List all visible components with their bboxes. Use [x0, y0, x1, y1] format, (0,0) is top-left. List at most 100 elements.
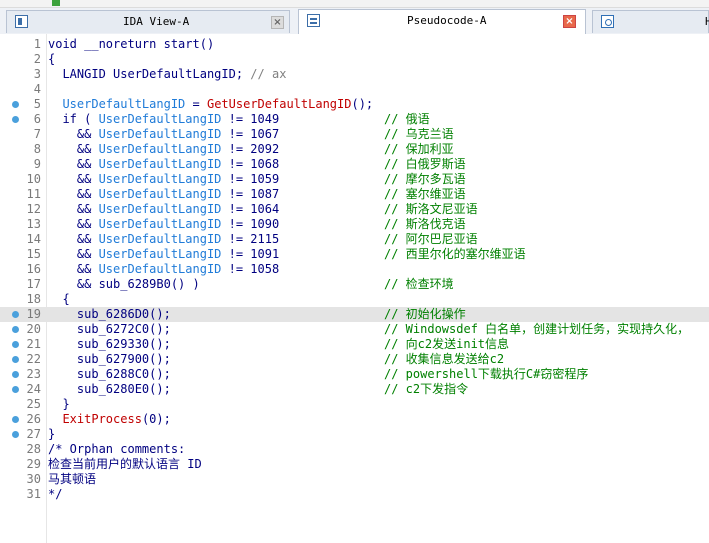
code-text: && sub_6289B0() ): [48, 277, 200, 291]
code-line[interactable]: 23 sub_6288C0(); // powershell下载执行C#窃密程序: [0, 367, 709, 382]
line-number: 23: [26, 367, 41, 381]
line-number: 13: [26, 217, 41, 231]
code-line[interactable]: 28 /* Orphan comments:: [0, 442, 709, 457]
line-number: 31: [26, 487, 41, 501]
code-line[interactable]: 6 if ( UserDefaultLangID != 1049 // 俄语: [0, 112, 709, 127]
code-line[interactable]: 8 && UserDefaultLangID != 2092 // 保加利亚: [0, 142, 709, 157]
code-text: */: [48, 487, 63, 501]
disassembly-view-icon: [15, 15, 28, 28]
code-line[interactable]: 21 sub_629330(); // 向c2发送init信息: [0, 337, 709, 352]
code-text: && UserDefaultLangID != 1067: [48, 127, 280, 141]
line-number: 1: [33, 37, 41, 51]
code-line[interactable]: 17 && sub_6289B0() ) // 检查环境: [0, 277, 709, 292]
code-comment: // 乌克兰语: [384, 127, 454, 141]
code-text: && UserDefaultLangID != 1091: [48, 247, 280, 261]
code-comment: // 摩尔多瓦语: [384, 172, 466, 186]
code-comment: // c2下发指令: [384, 382, 469, 396]
line-number: 11: [26, 187, 41, 201]
code-comment: // 保加利亚: [384, 142, 454, 156]
code-comment: // 检查环境: [384, 277, 454, 291]
code-text: sub_6288C0();: [48, 367, 171, 381]
code-line[interactable]: 16 && UserDefaultLangID != 1058: [0, 262, 709, 277]
code-comment: // 向c2发送init信息: [384, 337, 510, 351]
code-comment: // 俄语: [384, 112, 430, 126]
code-line[interactable]: 14 && UserDefaultLangID != 2115 // 阿尔巴尼亚语: [0, 232, 709, 247]
code-comment: // 塞尔维亚语: [384, 187, 466, 201]
code-line[interactable]: 12 && UserDefaultLangID != 1064 // 斯洛文尼亚语: [0, 202, 709, 217]
code-text: && UserDefaultLangID != 1087: [48, 187, 280, 201]
line-number: 10: [26, 172, 41, 186]
code-comment: // 西里尔化的塞尔维亚语: [384, 247, 526, 261]
line-number: 20: [26, 322, 41, 336]
code-text: sub_629330();: [48, 337, 171, 351]
code-line[interactable]: 31 */: [0, 487, 709, 502]
code-text: }: [48, 427, 56, 441]
code-line[interactable]: 10 && UserDefaultLangID != 1059 // 摩尔多瓦语: [0, 172, 709, 187]
code-line[interactable]: 5 UserDefaultLangID = GetUserDefaultLang…: [0, 97, 709, 112]
code-text: /* Orphan comments:: [48, 442, 186, 456]
code-text: LANGID UserDefaultLangID; // ax: [48, 67, 287, 81]
close-icon[interactable]: ×: [563, 15, 576, 28]
tab-label: Pseudocode-A: [407, 14, 487, 27]
code-line[interactable]: 19 sub_6286D0(); // 初始化操作: [0, 307, 709, 322]
code-text: && UserDefaultLangID != 2115: [48, 232, 280, 246]
code-text: {: [48, 52, 56, 66]
code-line[interactable]: 25 }: [0, 397, 709, 412]
line-number: 27: [26, 427, 41, 441]
code-line[interactable]: 26 ExitProcess(0);: [0, 412, 709, 427]
code-line[interactable]: 3 LANGID UserDefaultLangID; // ax: [0, 67, 709, 82]
code-line[interactable]: 22 sub_627900(); // 收集信息发送给c2: [0, 352, 709, 367]
code-line[interactable]: 30 马其顿语: [0, 472, 709, 487]
line-number: 7: [33, 127, 41, 141]
code-line[interactable]: 18 {: [0, 292, 709, 307]
line-number: 25: [26, 397, 41, 411]
line-number: 16: [26, 262, 41, 276]
line-number: 26: [26, 412, 41, 426]
code-text: sub_627900();: [48, 352, 171, 366]
code-line[interactable]: 29 检查当前用户的默认语言 ID: [0, 457, 709, 472]
code-line[interactable]: 24 sub_6280E0(); // c2下发指令: [0, 382, 709, 397]
code-text: && UserDefaultLangID != 2092: [48, 142, 280, 156]
code-line[interactable]: 20 sub_6272C0(); // Windowsdef 白名单，创建计划任务…: [0, 322, 709, 337]
code-line[interactable]: 7 && UserDefaultLangID != 1067 // 乌克兰语: [0, 127, 709, 142]
code-line[interactable]: 9 && UserDefaultLangID != 1068 // 白俄罗斯语: [0, 157, 709, 172]
tab-label: H: [705, 15, 709, 28]
line-number: 22: [26, 352, 41, 366]
line-number: 15: [26, 247, 41, 261]
line-number: 30: [26, 472, 41, 486]
tab-hex-view[interactable]: H: [592, 10, 709, 33]
code-line[interactable]: 2{: [0, 52, 709, 67]
code-comment: // powershell下载执行C#窃密程序: [384, 367, 589, 381]
code-text: ExitProcess(0);: [62, 412, 171, 426]
line-number: 3: [33, 67, 41, 81]
code-line[interactable]: 4: [0, 82, 709, 97]
line-number: 9: [33, 157, 41, 171]
pseudocode-editor[interactable]: 1 void __noreturn start() 2{3 LANGID UserD…: [0, 34, 709, 543]
tab-pseudocode[interactable]: Pseudocode-A ×: [298, 9, 586, 34]
code-line[interactable]: 11 && UserDefaultLangID != 1087 // 塞尔维亚语: [0, 187, 709, 202]
line-number: 17: [26, 277, 41, 291]
line-number: 24: [26, 382, 41, 396]
code-line[interactable]: 27}: [0, 427, 709, 442]
line-number: 21: [26, 337, 41, 351]
code-comment: // 白俄罗斯语: [384, 157, 466, 171]
code-text: sub_6280E0();: [48, 382, 171, 396]
line-number: 18: [26, 292, 41, 306]
code-comment: // Windowsdef 白名单，创建计划任务，实现持久化，: [384, 322, 690, 336]
code-text: UserDefaultLangID = GetUserDefaultLangID…: [62, 97, 374, 111]
close-icon[interactable]: ×: [271, 16, 284, 29]
line-number: 19: [26, 307, 41, 321]
code-text: sub_6286D0();: [48, 307, 171, 321]
code-line[interactable]: 15 && UserDefaultLangID != 1091 // 西里尔化的塞…: [0, 247, 709, 262]
code-text: }: [48, 397, 70, 411]
pseudocode-view-icon: [307, 14, 320, 27]
code-line[interactable]: 1 void __noreturn start(): [0, 37, 709, 52]
code-comment: // 斯洛文尼亚语: [384, 202, 478, 216]
hex-view-icon: [601, 15, 614, 28]
code-text: && UserDefaultLangID != 1068: [48, 157, 280, 171]
line-number: 29: [26, 457, 41, 471]
tab-ida-view[interactable]: IDA View-A ×: [6, 10, 290, 33]
code-text: 马其顿语: [48, 472, 97, 486]
code-line[interactable]: 13 && UserDefaultLangID != 1090 // 斯洛伐克语: [0, 217, 709, 232]
line-number: 4: [33, 82, 41, 96]
